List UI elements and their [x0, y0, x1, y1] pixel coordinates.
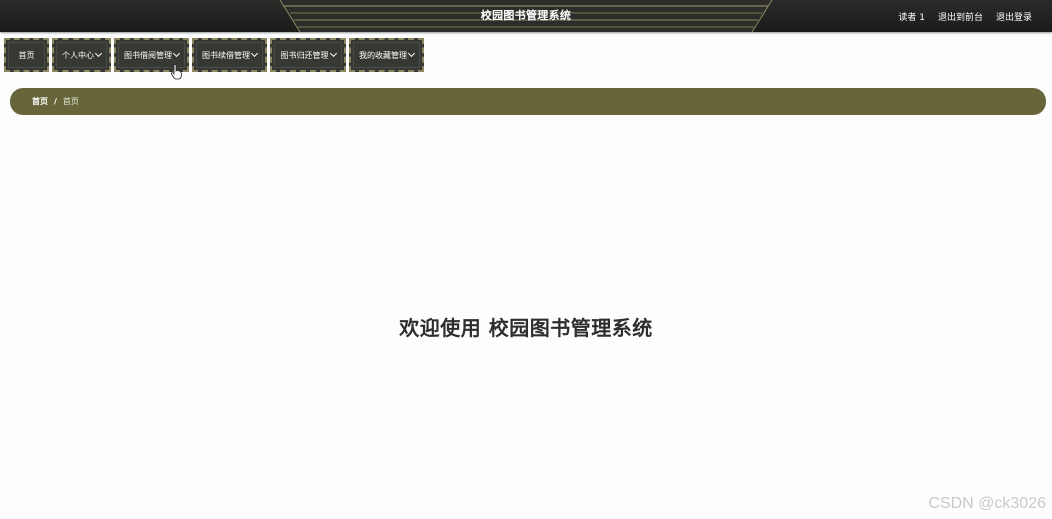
logout-link[interactable]: 退出登录	[996, 10, 1032, 23]
breadcrumb-current: 首页	[62, 97, 79, 106]
nav-item-home[interactable]: 首页	[4, 38, 49, 72]
nav-item-personal-center[interactable]: 个人中心	[52, 38, 111, 72]
welcome-message: 欢迎使用 校园图书管理系统	[399, 316, 653, 340]
nav-item-label: 首页	[18, 50, 35, 60]
nav-item-label: 个人中心	[62, 50, 94, 60]
hand-cursor-icon	[170, 64, 182, 80]
exit-to-frontend-link[interactable]: 退出到前台	[938, 10, 983, 23]
nav-item-label: 图书归还管理	[280, 50, 329, 60]
watermark: CSDN @ck3026	[928, 495, 1046, 512]
chevron-down-icon	[94, 49, 103, 58]
app-title: 校园图书管理系统	[480, 9, 572, 22]
chevron-down-icon	[250, 49, 259, 58]
breadcrumb: 首页 / 首页	[10, 88, 1046, 115]
chevron-down-icon	[407, 49, 416, 58]
chevron-down-icon	[329, 49, 337, 58]
nav-item-renew-management[interactable]: 图书续借管理	[192, 38, 267, 72]
breadcrumb-separator: /	[54, 97, 57, 106]
top-header: 校园图书管理系统 读者 1 退出到前台 退出登录	[0, 0, 1052, 32]
main-nav: 首页 个人中心 图书借阅管理 图书续借管理 图书归还管理 我的收藏管理	[4, 38, 424, 72]
nav-item-label: 我的收藏管理	[359, 50, 407, 60]
chevron-down-icon	[172, 49, 181, 58]
current-user-label: 读者 1	[898, 12, 925, 23]
header-user-links: 读者 1 退出到前台 退出登录	[898, 0, 1032, 32]
breadcrumb-home[interactable]: 首页	[32, 96, 48, 107]
nav-item-label: 图书借阅管理	[124, 50, 172, 60]
nav-item-return-management[interactable]: 图书归还管理	[270, 38, 346, 72]
nav-item-favorites-management[interactable]: 我的收藏管理	[349, 38, 424, 72]
nav-item-label: 图书续借管理	[202, 50, 250, 60]
